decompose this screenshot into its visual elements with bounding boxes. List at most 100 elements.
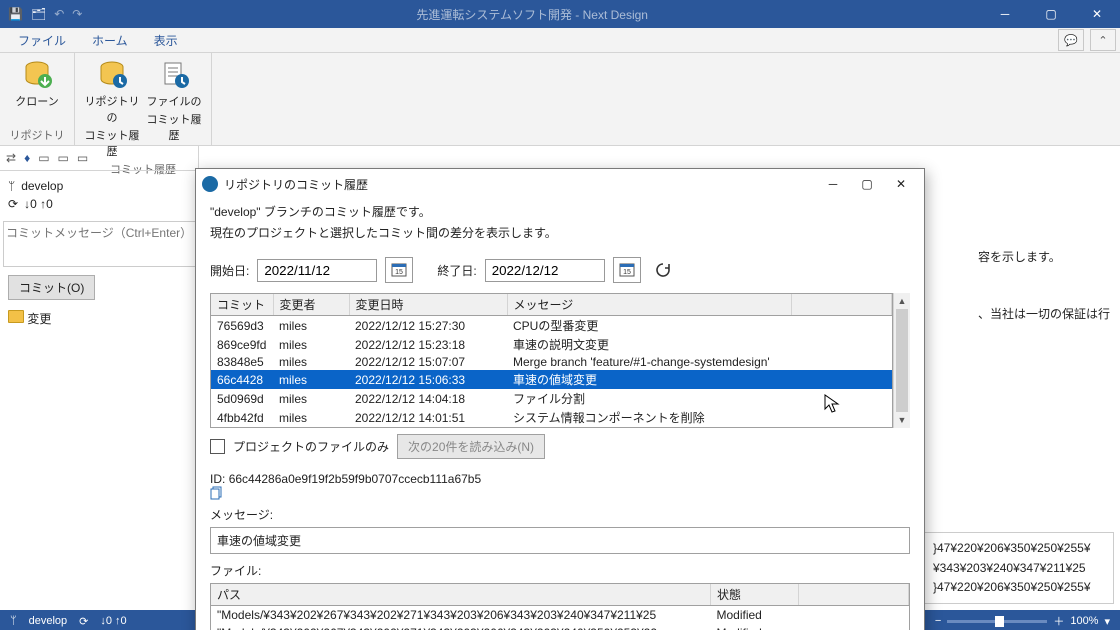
tab-file[interactable]: ファイル: [6, 29, 78, 52]
zoom-dropdown-icon[interactable]: ▾: [1104, 615, 1110, 628]
close-button[interactable]: ✕: [1074, 0, 1120, 28]
redo-icon[interactable]: ↷: [72, 7, 82, 21]
scroll-down-icon[interactable]: ▼: [894, 412, 910, 428]
stash-icon[interactable]: ▭: [38, 151, 49, 165]
ribbon: クローン リポジトリ リポジトリの コミット履歴 ファイルの コミット履歴 コミ…: [0, 53, 1120, 146]
window-controls: ─ ▢ ✕: [982, 0, 1120, 28]
more-icon[interactable]: ▭: [77, 151, 88, 165]
commit-history-dialog: リポジトリのコミット履歴 ─ ▢ ✕ "develop" ブランチのコミット履歴…: [195, 168, 925, 630]
maximize-button[interactable]: ▢: [1028, 0, 1074, 28]
refresh-button[interactable]: [653, 260, 673, 280]
load-more-button[interactable]: 次の20件を読み込み(N): [397, 434, 545, 459]
project-files-only-checkbox[interactable]: [210, 439, 225, 454]
copy-id-icon[interactable]: [210, 486, 910, 500]
commit-row[interactable]: 66c4428miles2022/12/12 15:06:33車速の値域変更: [211, 370, 892, 389]
dialog-minimize-button[interactable]: ─: [816, 177, 850, 192]
dialog-title: リポジトリのコミット履歴: [224, 176, 816, 193]
commit-row[interactable]: 83848e5miles2022/12/12 15:07:07Merge bra…: [211, 354, 892, 370]
scroll-thumb[interactable]: [896, 309, 908, 412]
status-branch-icon[interactable]: ᛘ: [10, 615, 17, 627]
col-commit[interactable]: コミット: [211, 294, 273, 316]
comment-icon[interactable]: 💬: [1058, 29, 1084, 51]
dialog-body: "develop" ブランチのコミット履歴です。 現在のプロジェクトと選択したコ…: [196, 199, 924, 630]
zoom-controls: − ＋ 100% ▾: [935, 613, 1110, 629]
sidebar-mini-toolbar: ⇄ ♦ ▭ ▭ ▭: [0, 146, 198, 171]
clone-button[interactable]: クローン: [8, 57, 66, 125]
file-row[interactable]: "Models/¥343¥202¥267¥343¥202¥271¥343¥203…: [211, 605, 909, 624]
bg-path: ¥343¥203¥240¥347¥211¥25: [933, 559, 1103, 578]
sidebar: ⇄ ♦ ▭ ▭ ▭ ᛘ develop ⟳ ↓0 ↑0 コミット(O) 変更: [0, 146, 199, 610]
dialog-desc: 現在のプロジェクトと選択したコミット間の差分を表示します。: [210, 224, 910, 241]
start-date-input[interactable]: [257, 259, 377, 282]
file-label: ファイル:: [210, 562, 910, 579]
bg-path: }47¥220¥206¥350¥250¥255¥: [933, 578, 1103, 597]
scroll-up-icon[interactable]: ▲: [894, 293, 910, 309]
end-date-label: 終了日:: [437, 262, 476, 279]
app-titlebar: 💾 🗂 ↶ ↷ 先進運転システムソフト開発 - Next Design ─ ▢ …: [0, 0, 1120, 28]
status-branch[interactable]: develop: [29, 615, 68, 627]
commit-grid-scrollbar[interactable]: ▲ ▼: [893, 293, 910, 428]
panel-toggle-icon[interactable]: ⇄: [6, 151, 16, 165]
id-value: 66c44286a0e9f19f2b59f9b0707ccecb111a67b5: [229, 472, 481, 486]
status-sync-icon[interactable]: ⟳: [79, 615, 88, 628]
commit-id-row: ID: 66c44286a0e9f19f2b59f9b0707ccecb111a…: [210, 472, 910, 500]
dialog-app-icon: [202, 176, 218, 192]
files-grid[interactable]: パス 状態 "Models/¥343¥202¥267¥343¥202¥271¥3…: [210, 583, 910, 630]
changes-node[interactable]: 変更: [0, 306, 198, 331]
branch-node[interactable]: ᛘ develop: [8, 177, 190, 195]
tab-home[interactable]: ホーム: [80, 29, 140, 52]
bg-path: }47¥220¥206¥350¥250¥255¥: [933, 539, 1103, 558]
col-author[interactable]: 変更者: [273, 294, 349, 316]
bg-text: 容を示します。: [978, 246, 1110, 269]
ribbon-group-commit-history: リポジトリの コミット履歴 ファイルの コミット履歴 コミット履歴: [75, 53, 212, 145]
repo-history-button[interactable]: リポジトリの コミット履歴: [83, 57, 141, 159]
col-path[interactable]: パス: [211, 584, 711, 606]
svg-text:15: 15: [623, 269, 631, 276]
date-range-row: 開始日: 15 終了日: 15: [210, 257, 910, 283]
start-date-picker-button[interactable]: 15: [385, 257, 413, 283]
sync-row[interactable]: ⟳ ↓0 ↑0: [8, 195, 190, 213]
status-sync[interactable]: ↓0 ↑0: [100, 615, 126, 627]
end-date-input[interactable]: [485, 259, 605, 282]
dialog-close-button[interactable]: ✕: [884, 177, 918, 192]
dialog-desc: "develop" ブランチのコミット履歴です。: [210, 203, 910, 220]
start-date-label: 開始日:: [210, 262, 249, 279]
bg-text: 、当社は一切の保証は行: [978, 303, 1110, 326]
file-row[interactable]: "Models/¥343¥202¥267¥343¥202¥271¥343¥203…: [211, 624, 909, 630]
commit-grid-header: コミット 変更者 変更日時 メッセージ: [211, 294, 892, 316]
commit-button[interactable]: コミット(O): [8, 275, 95, 300]
undo-icon[interactable]: ↶: [54, 7, 64, 21]
save-icon[interactable]: 💾: [8, 7, 23, 21]
dialog-maximize-button[interactable]: ▢: [850, 177, 884, 192]
commit-row[interactable]: 76569d3miles2022/12/12 15:27:30CPUの型番変更: [211, 316, 892, 336]
branch-icon[interactable]: ♦: [24, 151, 30, 165]
quick-access-toolbar: 💾 🗂 ↶ ↷: [8, 7, 82, 21]
save-all-icon[interactable]: 🗂: [31, 7, 46, 21]
col-message[interactable]: メッセージ: [507, 294, 792, 316]
col-date[interactable]: 変更日時: [349, 294, 507, 316]
dialog-titlebar: リポジトリのコミット履歴 ─ ▢ ✕: [196, 169, 924, 199]
svg-text:15: 15: [395, 269, 403, 276]
zoom-out-button[interactable]: −: [935, 615, 941, 627]
col-state[interactable]: 状態: [711, 584, 799, 606]
zoom-in-button[interactable]: ＋: [1053, 613, 1064, 629]
commit-row[interactable]: 4fbb42fdmiles2022/12/12 14:01:51システム情報コン…: [211, 408, 892, 427]
folder-icon: [8, 310, 24, 323]
tab-view[interactable]: 表示: [142, 29, 190, 52]
col-spacer: [799, 584, 909, 606]
end-date-picker-button[interactable]: 15: [613, 257, 641, 283]
commit-row[interactable]: 5d0969dmiles2022/12/12 14:04:18ファイル分割: [211, 389, 892, 408]
commit-message-input[interactable]: [3, 221, 199, 267]
project-files-only-label: プロジェクトのファイルのみ: [233, 438, 389, 455]
load-more-row: プロジェクトのファイルのみ 次の20件を読み込み(N): [210, 434, 910, 459]
message-label: メッセージ:: [210, 506, 910, 523]
minimize-button[interactable]: ─: [982, 0, 1028, 28]
col-spacer: [792, 294, 892, 316]
commit-row[interactable]: 869ce9fdmiles2022/12/12 15:23:18車速の説明文変更: [211, 335, 892, 354]
collapse-ribbon-icon[interactable]: ⌃: [1090, 29, 1116, 51]
commit-grid[interactable]: コミット 変更者 変更日時 メッセージ 76569d3miles2022/12/…: [210, 293, 893, 428]
zoom-slider[interactable]: [947, 620, 1047, 623]
sync-icon[interactable]: ▭: [58, 151, 69, 165]
file-history-button[interactable]: ファイルの コミット履歴: [145, 57, 203, 159]
ribbon-tabs: ファイル ホーム 表示 💬 ⌃: [0, 28, 1120, 53]
